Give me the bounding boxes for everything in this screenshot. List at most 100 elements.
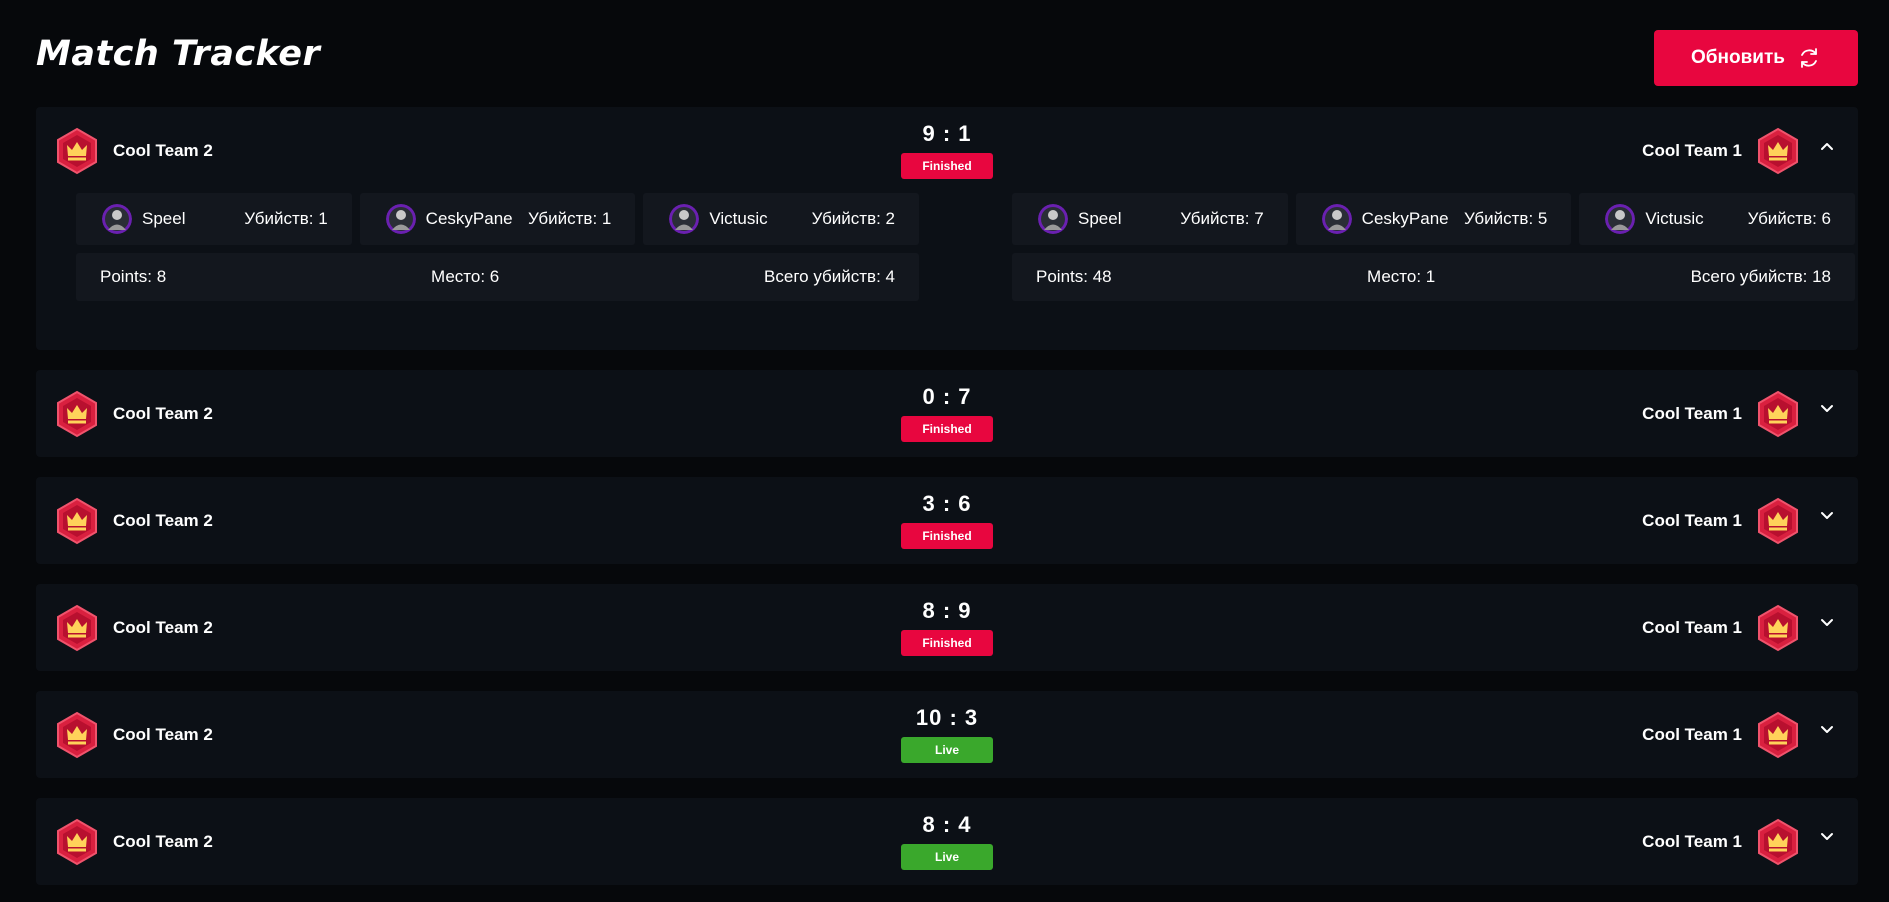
- match-header[interactable]: Cool Team 2 9 : 1 Finished Cool Team 1: [36, 107, 1858, 193]
- player-kills: Убийств: 1: [527, 209, 612, 228]
- avatar: [1321, 204, 1362, 234]
- team-left: Cool Team 2: [55, 127, 213, 175]
- match-header[interactable]: Cool Team 2 8 : 9 Finished Cool Team 1: [36, 584, 1858, 670]
- match-score: 3 : 6: [922, 491, 972, 516]
- avatar: [385, 204, 426, 234]
- match-card: Cool Team 2 8 : 9 Finished Cool Team 1: [36, 584, 1858, 671]
- team-emblem-icon: [55, 711, 99, 759]
- team-right: Cool Team 1: [1642, 127, 1800, 175]
- team-total-kills: Всего убийств: 18: [1690, 267, 1831, 286]
- team-emblem-icon: [1756, 390, 1800, 438]
- team-right: Cool Team 1: [1642, 711, 1800, 759]
- player-card: Speel Убийств: 1: [76, 193, 352, 245]
- status-badge: Finished: [901, 416, 993, 442]
- team-name: Cool Team 2: [113, 725, 213, 744]
- refresh-icon: [1801, 48, 1817, 68]
- player-kills: Убийств: 7: [1180, 209, 1264, 228]
- score-box: 0 : 7 Finished: [901, 384, 993, 442]
- team-stats: Points: 48 Место: 1 Всего убийств: 18: [1012, 253, 1855, 301]
- team-left: Cool Team 2: [55, 497, 213, 545]
- team-points: Points: 48: [1036, 267, 1112, 286]
- match-card: Cool Team 2 10 : 3 Live Cool Team 1: [36, 691, 1858, 778]
- team-left: Cool Team 2: [55, 818, 213, 866]
- chevron-down-icon[interactable]: [1818, 614, 1836, 632]
- status-badge: Finished: [901, 153, 993, 179]
- score-box: 8 : 9 Finished: [901, 598, 993, 656]
- team-stats: Points: 8 Место: 6 Всего убийств: 4: [76, 253, 919, 301]
- team-name: Cool Team 1: [1642, 618, 1742, 637]
- match-score: 8 : 9: [922, 598, 972, 623]
- player-card: CeskyPane Убийств: 5: [1295, 193, 1572, 245]
- match-score: 8 : 4: [922, 812, 972, 837]
- player-name: Victusic: [1645, 209, 1704, 228]
- page-title: Match Tracker: [36, 34, 321, 74]
- team-left: Cool Team 2: [55, 390, 213, 438]
- match-card: Cool Team 2 9 : 1 Finished Cool Team 1 S…: [36, 107, 1858, 350]
- player-kills: Убийств: 5: [1463, 209, 1548, 228]
- team-right: Cool Team 1: [1642, 390, 1800, 438]
- player-card: Speel Убийств: 7: [1012, 193, 1288, 245]
- chevron-down-icon[interactable]: [1818, 721, 1836, 739]
- team-right: Cool Team 1: [1642, 497, 1800, 545]
- player-kills: Убийств: 1: [244, 209, 328, 228]
- player-card: Victusic Убийств: 6: [1579, 193, 1856, 245]
- team-name: Cool Team 1: [1642, 725, 1742, 744]
- team-name: Cool Team 1: [1642, 832, 1742, 851]
- match-score: 10 : 3: [915, 705, 979, 730]
- team-name: Cool Team 1: [1642, 141, 1742, 160]
- match-score: 9 : 1: [922, 121, 972, 146]
- match-card: Cool Team 2 3 : 6 Finished Cool Team 1: [36, 477, 1858, 564]
- match-card: Cool Team 2 8 : 4 Live Cool Team 1: [36, 798, 1858, 885]
- status-badge: Live: [901, 844, 993, 870]
- player-kills: Убийств: 6: [1747, 209, 1832, 228]
- status-badge: Live: [901, 737, 993, 763]
- chevron-down-icon[interactable]: [1818, 400, 1836, 418]
- match-header[interactable]: Cool Team 2 8 : 4 Live Cool Team 1: [36, 798, 1858, 884]
- match-header[interactable]: Cool Team 2 0 : 7 Finished Cool Team 1: [36, 370, 1858, 456]
- team-name: Cool Team 1: [1642, 511, 1742, 530]
- player-card: CeskyPane Убийств: 1: [359, 193, 636, 245]
- refresh-button[interactable]: Обновить: [1654, 30, 1858, 86]
- match-header[interactable]: Cool Team 2 3 : 6 Finished Cool Team 1: [36, 477, 1858, 563]
- avatar: [102, 204, 142, 234]
- match-header[interactable]: Cool Team 2 10 : 3 Live Cool Team 1: [36, 691, 1858, 777]
- chevron-down-icon[interactable]: [1818, 507, 1836, 525]
- score-box: 9 : 1 Finished: [901, 121, 993, 179]
- team-name: Cool Team 2: [113, 141, 213, 160]
- score-box: 3 : 6 Finished: [901, 491, 993, 549]
- player-name: CeskyPane: [425, 209, 513, 228]
- team-emblem-icon: [1756, 711, 1800, 759]
- match-card: Cool Team 2 0 : 7 Finished Cool Team 1: [36, 370, 1858, 457]
- status-badge: Finished: [901, 523, 993, 549]
- team-right-details: Speel Убийств: 7 CeskyPane Убийств: 5 Vi…: [1012, 193, 1856, 301]
- team-emblem-icon: [1756, 127, 1800, 175]
- team-emblem-icon: [55, 497, 99, 545]
- team-name: Cool Team 2: [113, 618, 213, 637]
- player-name: Victusic: [709, 209, 768, 228]
- player-list: Speel Убийств: 1 CeskyPane Убийств: 1 Vi…: [76, 193, 920, 245]
- player-list: Speel Убийств: 7 CeskyPane Убийств: 5 Vi…: [1012, 193, 1856, 245]
- team-emblem-icon: [1756, 818, 1800, 866]
- team-emblem-icon: [55, 127, 99, 175]
- player-name: Speel: [1078, 209, 1122, 228]
- match-score: 0 : 7: [922, 384, 972, 409]
- team-left: Cool Team 2: [55, 604, 213, 652]
- team-emblem-icon: [1756, 604, 1800, 652]
- team-place: Место: 1: [1366, 267, 1436, 286]
- team-total-kills: Всего убийств: 4: [764, 267, 895, 286]
- chevron-up-icon[interactable]: [1818, 137, 1836, 155]
- team-right: Cool Team 1: [1642, 604, 1800, 652]
- chevron-down-icon[interactable]: [1818, 828, 1836, 846]
- team-left: Cool Team 2: [55, 711, 213, 759]
- team-name: Cool Team 2: [113, 832, 213, 851]
- team-place: Место: 6: [430, 267, 500, 286]
- player-card: Victusic Убийств: 2: [643, 193, 920, 245]
- team-emblem-icon: [55, 390, 99, 438]
- avatar: [1038, 204, 1078, 234]
- team-emblem-icon: [1756, 497, 1800, 545]
- score-box: 10 : 3 Live: [901, 705, 993, 763]
- refresh-button-label: Обновить: [1691, 47, 1785, 68]
- team-emblem-icon: [55, 604, 99, 652]
- header: Match Tracker Обновить: [36, 30, 1858, 88]
- team-name: Cool Team 2: [113, 404, 213, 423]
